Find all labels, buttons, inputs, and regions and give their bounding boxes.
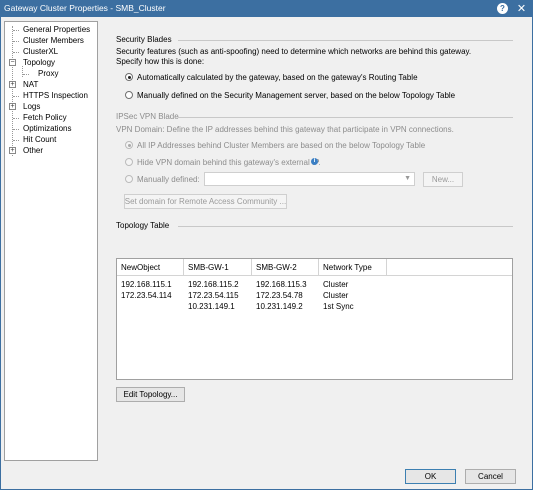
column-header-smb-gw-1[interactable]: SMB-GW-1 <box>184 259 252 276</box>
section-divider <box>178 40 513 41</box>
window-title: Gateway Cluster Properties - SMB_Cluster <box>4 3 166 13</box>
tree-item-hit-count[interactable]: Hit Count <box>23 135 56 145</box>
security-blades-description: Security features (such as anti-spoofing… <box>116 47 472 56</box>
ok-button[interactable]: OK <box>405 469 456 484</box>
tree-item-cluster-members[interactable]: Cluster Members <box>23 36 84 46</box>
table-cell: 10.231.149.1 <box>188 302 235 311</box>
topology-table-heading: Topology Table <box>116 221 170 230</box>
info-icon[interactable]: i <box>311 158 318 165</box>
manually-defined-radio[interactable] <box>125 91 133 99</box>
expand-icon[interactable]: + <box>9 147 16 154</box>
new-button[interactable]: New... <box>423 172 463 187</box>
tree-item-fetch-policy[interactable]: Fetch Policy <box>23 113 67 123</box>
tree-item-https-inspection[interactable]: HTTPS Inspection <box>23 91 88 101</box>
tree-connector <box>13 140 19 141</box>
table-cell: Cluster <box>323 291 349 300</box>
chevron-down-icon: ▼ <box>404 175 411 182</box>
column-header-newobject[interactable]: NewObject <box>117 259 184 276</box>
close-icon: ✕ <box>516 3 527 15</box>
tree-item-optimizations[interactable]: Optimizations <box>23 124 71 134</box>
tree-guide-line <box>12 26 13 156</box>
tree-item-general-properties[interactable]: General Properties <box>23 25 90 35</box>
tree-connector <box>13 96 19 97</box>
table-cell: Cluster <box>323 280 349 289</box>
table-cell: 172.23.54.114 <box>121 291 172 300</box>
expand-icon[interactable]: + <box>9 81 16 88</box>
expand-icon[interactable]: + <box>9 103 16 110</box>
table-cell: 192.168.115.2 <box>188 280 239 289</box>
table-cell: 192.168.115.1 <box>121 280 172 289</box>
navigation-tree: General Properties Cluster Members Clust… <box>4 21 98 461</box>
cancel-button[interactable]: Cancel <box>465 469 516 484</box>
title-bar: Gateway Cluster Properties - SMB_Cluster… <box>0 0 533 17</box>
table-cell: 10.231.149.2 <box>256 302 303 311</box>
tree-item-clusterxl[interactable]: ClusterXL <box>23 47 58 57</box>
table-cell: 1st Sync <box>323 302 354 311</box>
all-ip-addresses-radio[interactable] <box>125 141 133 149</box>
help-icon: ? <box>497 3 508 14</box>
auto-calculated-radio[interactable] <box>125 73 133 81</box>
security-blades-heading: Security Blades <box>116 35 172 44</box>
all-ip-addresses-label[interactable]: All IP Addresses behind Cluster Members … <box>137 141 425 150</box>
tree-item-logs[interactable]: Logs <box>23 102 40 112</box>
table-cell: 172.23.54.115 <box>188 291 239 300</box>
hide-vpn-domain-radio[interactable] <box>125 158 133 166</box>
topology-table: NewObject SMB-GW-1 SMB-GW-2 Network Type… <box>116 258 513 380</box>
ipsec-vpn-heading: IPSec VPN Blade <box>116 112 179 121</box>
manually-defined-label[interactable]: Manually defined on the Security Managem… <box>137 91 455 100</box>
tree-connector <box>13 118 19 119</box>
tree-item-nat[interactable]: NAT <box>23 80 38 90</box>
vpn-domain-description: VPN Domain: Define the IP addresses behi… <box>116 125 454 134</box>
column-header-smb-gw-2[interactable]: SMB-GW-2 <box>252 259 319 276</box>
collapse-icon[interactable]: − <box>9 59 16 66</box>
close-button[interactable]: ✕ <box>515 2 528 15</box>
table-cell: 172.23.54.78 <box>256 291 303 300</box>
edit-topology-button[interactable]: Edit Topology... <box>116 387 185 402</box>
table-cell <box>117 301 121 312</box>
tree-connector <box>13 30 19 31</box>
security-blades-instruction: Specify how this is done: <box>116 57 205 66</box>
tree-connector <box>13 52 19 53</box>
tree-item-topology[interactable]: Topology <box>23 58 55 68</box>
tree-item-other[interactable]: Other <box>23 146 43 156</box>
set-domain-remote-access-button[interactable]: Set domain for Remote Access Community .… <box>124 194 287 209</box>
help-button[interactable]: ? <box>496 2 509 15</box>
auto-calculated-label[interactable]: Automatically calculated by the gateway,… <box>137 73 418 82</box>
manually-defined-vpn-radio[interactable] <box>125 175 133 183</box>
table-cell: 192.168.115.3 <box>256 280 307 289</box>
tree-item-proxy[interactable]: Proxy <box>38 69 58 79</box>
column-header-network-type[interactable]: Network Type <box>319 259 387 276</box>
section-divider <box>178 226 513 227</box>
manually-defined-vpn-label[interactable]: Manually defined: <box>137 175 200 184</box>
tree-connector <box>13 129 19 130</box>
vpn-domain-dropdown[interactable]: ▼ <box>204 172 415 186</box>
tree-connector <box>13 41 19 42</box>
section-divider <box>178 117 513 118</box>
hide-vpn-domain-label[interactable]: Hide VPN domain behind this gateway's ex… <box>137 158 321 167</box>
tree-connector <box>23 74 29 75</box>
column-header-filler <box>387 259 512 276</box>
